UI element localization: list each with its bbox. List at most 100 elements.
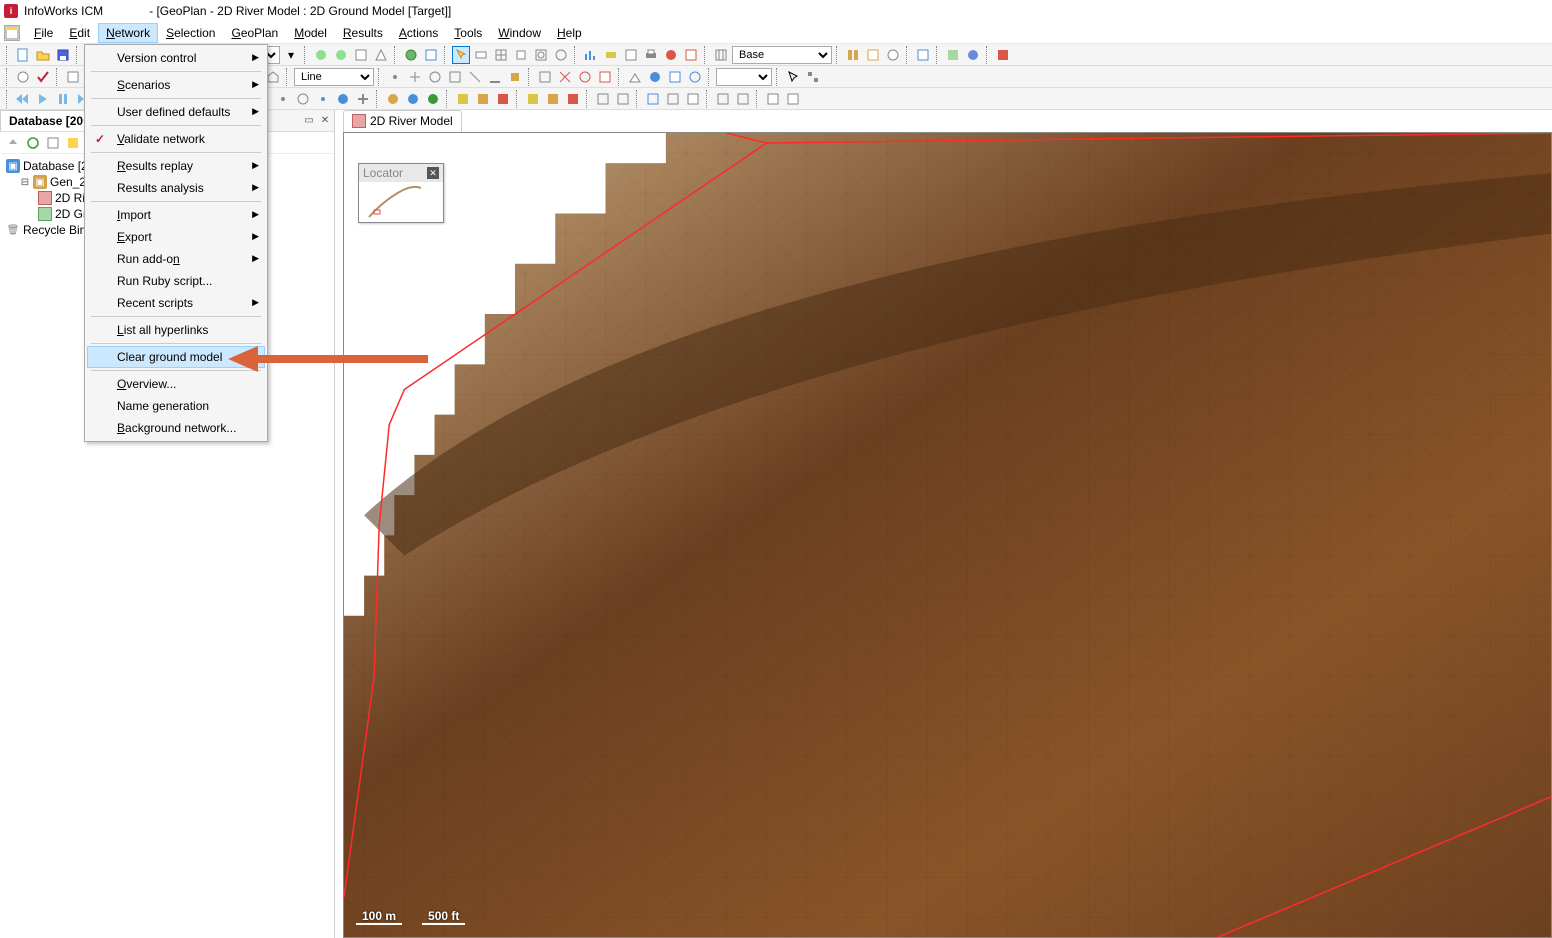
tb-btn-w[interactable]: [884, 46, 902, 64]
dd-recent-scripts[interactable]: Recent scripts▶: [87, 292, 265, 314]
tb-btn-v[interactable]: [864, 46, 882, 64]
tb3-m[interactable]: [314, 90, 332, 108]
menu-edit[interactable]: Edit: [61, 23, 98, 43]
locator-minimap[interactable]: [359, 182, 443, 222]
tb2-check-icon[interactable]: [34, 68, 52, 86]
dd-results-analysis[interactable]: Results analysis▶: [87, 177, 265, 199]
tb3-v[interactable]: [524, 90, 542, 108]
tb-open-icon[interactable]: [34, 46, 52, 64]
tb-btn-u[interactable]: [844, 46, 862, 64]
tb3-t[interactable]: [474, 90, 492, 108]
db-btn-d[interactable]: [64, 134, 82, 152]
tb-btn-j[interactable]: [512, 46, 530, 64]
geoplan-canvas[interactable]: Locator✕ 100 m 500 ft: [343, 132, 1552, 938]
tb2-m[interactable]: [386, 68, 404, 86]
tb3-p[interactable]: [384, 90, 402, 108]
db-up-icon[interactable]: [4, 134, 22, 152]
tb3-play-icon[interactable]: [34, 90, 52, 108]
tb-btn-c[interactable]: [352, 46, 370, 64]
tb2-n[interactable]: [406, 68, 424, 86]
tb3-pause-icon[interactable]: [54, 90, 72, 108]
tb3-bb[interactable]: [664, 90, 682, 108]
tb3-s[interactable]: [454, 90, 472, 108]
tb2-v[interactable]: [576, 68, 594, 86]
menu-tools[interactable]: Tools: [446, 23, 490, 43]
tb-btn-y[interactable]: [944, 46, 962, 64]
dd-import[interactable]: Import▶: [87, 204, 265, 226]
dd-overview[interactable]: Overview...: [87, 373, 265, 395]
collapse-icon[interactable]: ⊟: [20, 177, 30, 188]
locator-close-icon[interactable]: ✕: [427, 167, 439, 179]
tb-save-icon[interactable]: [54, 46, 72, 64]
menu-model[interactable]: Model: [286, 23, 335, 43]
tb2-linetype-combo[interactable]: Line: [294, 68, 374, 86]
database-tab[interactable]: Database [20: [0, 110, 92, 131]
tb2-z[interactable]: [666, 68, 684, 86]
dd-clear-ground-model[interactable]: Clear ground model: [87, 346, 265, 368]
tb-btn-a[interactable]: [312, 46, 330, 64]
dd-results-replay[interactable]: Results replay▶: [87, 155, 265, 177]
tb2-t[interactable]: [536, 68, 554, 86]
tb3-ee[interactable]: [734, 90, 752, 108]
tb-btn-n[interactable]: [602, 46, 620, 64]
tb-btn-aa[interactable]: [994, 46, 1012, 64]
tb3-cc[interactable]: [684, 90, 702, 108]
menu-selection[interactable]: Selection: [158, 23, 223, 43]
panel-dock-icon[interactable]: ▭: [302, 114, 316, 128]
dd-user-defaults[interactable]: User defined defaults▶: [87, 101, 265, 123]
menu-network[interactable]: Network: [98, 23, 158, 43]
tb2-cc[interactable]: [804, 68, 822, 86]
menu-actions[interactable]: Actions: [391, 23, 446, 43]
tb-zoom-fit-icon[interactable]: [532, 46, 550, 64]
locator-window[interactable]: Locator✕: [358, 163, 444, 223]
tb-btn-r[interactable]: [682, 46, 700, 64]
menu-help[interactable]: Help: [549, 23, 590, 43]
tb-btn-h[interactable]: [472, 46, 490, 64]
tb3-o[interactable]: [354, 90, 372, 108]
dd-version-control[interactable]: Version control▶: [87, 47, 265, 69]
tb3-q[interactable]: [404, 90, 422, 108]
tb2-u[interactable]: [556, 68, 574, 86]
tb-btn-s[interactable]: [712, 46, 730, 64]
tb-btn-o[interactable]: [622, 46, 640, 64]
tb3-r[interactable]: [424, 90, 442, 108]
menu-file[interactable]: File: [26, 23, 61, 43]
tb2-w[interactable]: [596, 68, 614, 86]
tb2-o[interactable]: [426, 68, 444, 86]
dd-background-network[interactable]: Background network...: [87, 417, 265, 439]
tb3-u[interactable]: [494, 90, 512, 108]
dd-run-ruby[interactable]: Run Ruby script...: [87, 270, 265, 292]
tb2-x[interactable]: [626, 68, 644, 86]
tb2-s[interactable]: [506, 68, 524, 86]
tb3-k[interactable]: [274, 90, 292, 108]
tb-btn-q[interactable]: [662, 46, 680, 64]
tb-new-icon[interactable]: [14, 46, 32, 64]
tb-btn-z[interactable]: [964, 46, 982, 64]
tb3-w[interactable]: [544, 90, 562, 108]
dd-run-addon[interactable]: Run add-on▶: [87, 248, 265, 270]
db-btn-c[interactable]: [44, 134, 62, 152]
tb-select-icon[interactable]: [452, 46, 470, 64]
tb3-z[interactable]: [614, 90, 632, 108]
tb-base-combo[interactable]: Base: [732, 46, 832, 64]
dd-export[interactable]: Export▶: [87, 226, 265, 248]
tb3-l[interactable]: [294, 90, 312, 108]
tb-btn-x[interactable]: [914, 46, 932, 64]
tb-chart-icon[interactable]: [582, 46, 600, 64]
tb-globe-icon[interactable]: [402, 46, 420, 64]
tb3-y[interactable]: [594, 90, 612, 108]
geoplan-tab[interactable]: 2D River Model: [343, 110, 462, 132]
tb3-x[interactable]: [564, 90, 582, 108]
tb2-aa[interactable]: [686, 68, 704, 86]
tb3-aa[interactable]: [644, 90, 662, 108]
tb2-bb[interactable]: [784, 68, 802, 86]
dd-validate-network[interactable]: ✓Validate network: [87, 128, 265, 150]
tb2-r[interactable]: [486, 68, 504, 86]
window-icon[interactable]: [4, 25, 20, 41]
dd-list-hyperlinks[interactable]: List all hyperlinks: [87, 319, 265, 341]
dd-scenarios[interactable]: Scenarios▶: [87, 74, 265, 96]
tb3-dd[interactable]: [714, 90, 732, 108]
tb3-ff[interactable]: [764, 90, 782, 108]
tb-grid-icon[interactable]: [492, 46, 510, 64]
tb3-n[interactable]: [334, 90, 352, 108]
